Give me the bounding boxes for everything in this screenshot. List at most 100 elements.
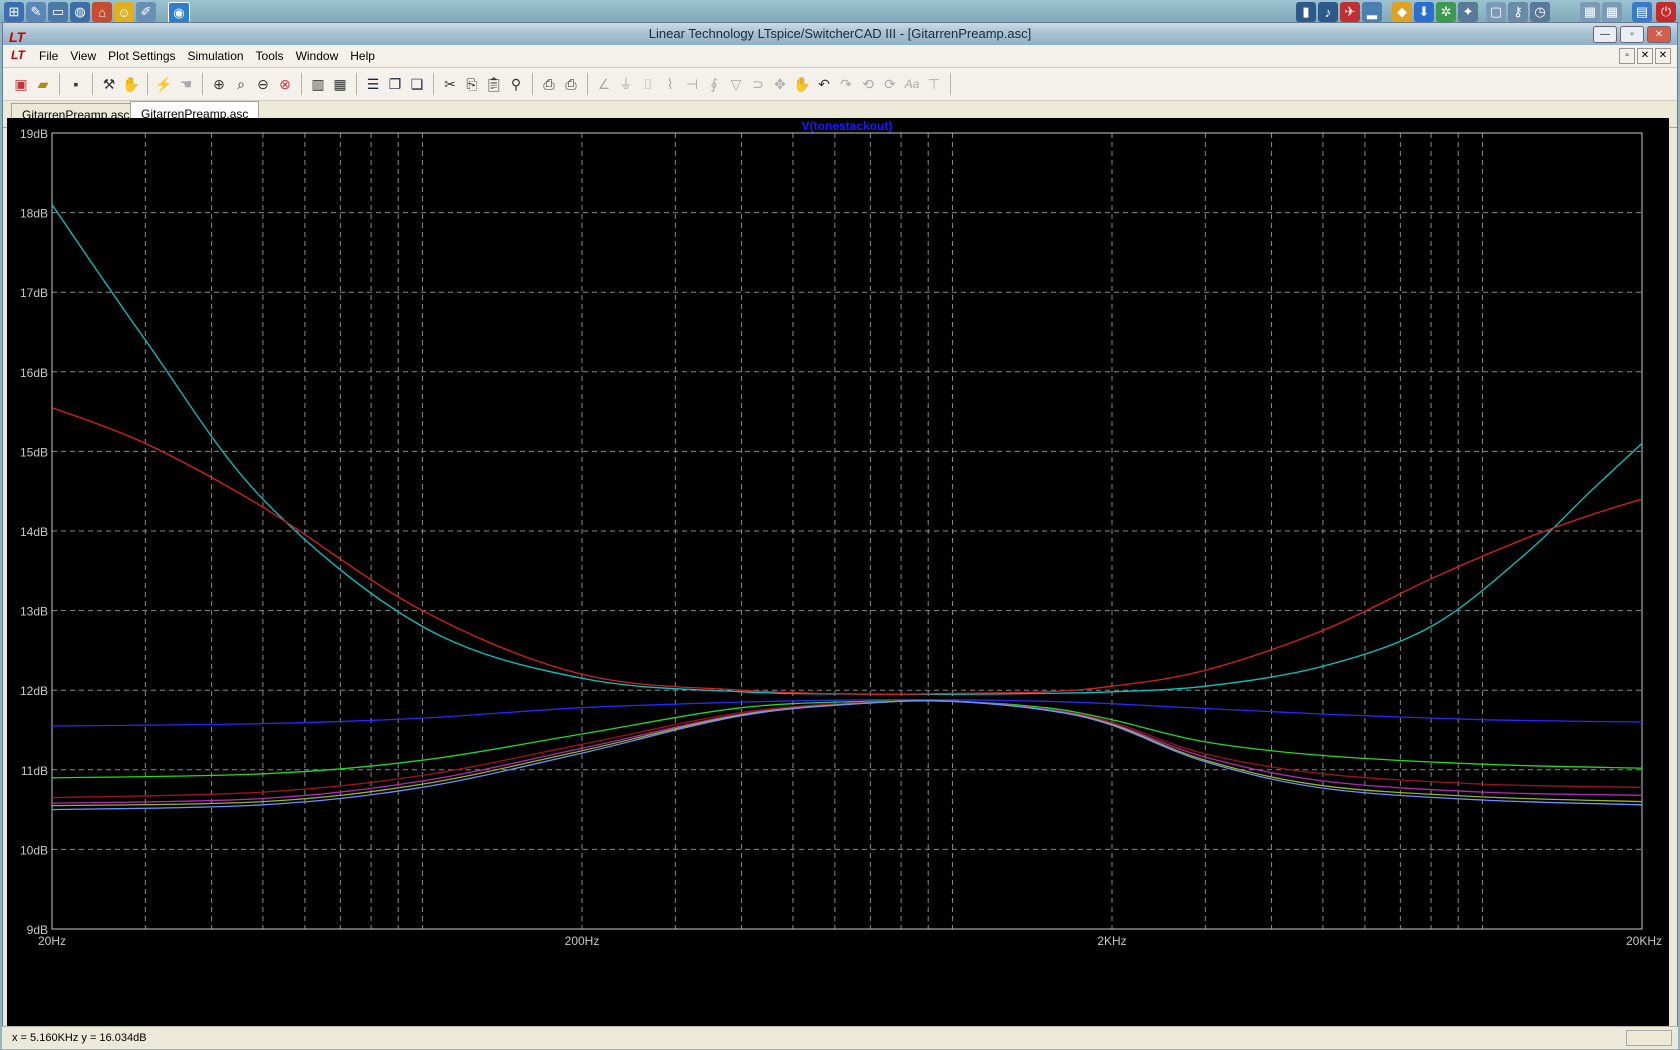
resistor-icon[interactable]: ⌇ bbox=[660, 73, 680, 95]
grid-icon[interactable]: ▦ bbox=[330, 73, 350, 95]
start-icon[interactable]: ⊞ bbox=[4, 2, 24, 22]
toolbar-separator bbox=[301, 73, 302, 95]
wire-icon[interactable]: ∠ bbox=[594, 73, 614, 95]
menu-bar: LT File View Plot Settings Simulation To… bbox=[3, 45, 1677, 68]
cursor-readout: x = 5.160KHz y = 16.034dB bbox=[12, 1032, 147, 1044]
home-icon[interactable]: ⌂ bbox=[92, 2, 112, 22]
close-button[interactable]: ✕ bbox=[1647, 26, 1671, 43]
app-icon[interactable]: ◉ bbox=[168, 2, 190, 24]
new-schematic-icon[interactable]: ▣ bbox=[11, 73, 31, 95]
brush-icon[interactable]: ✐ bbox=[136, 2, 156, 22]
mdi-close-button[interactable]: ✕ bbox=[1655, 48, 1671, 64]
monitor-icon[interactable]: ▭ bbox=[48, 2, 68, 22]
mdi-restore-button[interactable]: ▫ bbox=[1619, 48, 1635, 64]
tray-volume-icon[interactable]: ♪ bbox=[1318, 2, 1338, 22]
menu-window[interactable]: Window bbox=[290, 49, 345, 63]
zoom-fit-icon[interactable]: ⊗ bbox=[275, 73, 295, 95]
open-icon[interactable]: ▰ bbox=[33, 73, 53, 95]
toolbar-separator bbox=[202, 73, 203, 95]
text-icon[interactable]: Aa bbox=[902, 73, 922, 95]
tray-shield-icon[interactable]: ◆ bbox=[1392, 2, 1412, 22]
capacitor-icon[interactable]: ⊣ bbox=[682, 73, 702, 95]
tile-horizontal-icon[interactable]: ☰ bbox=[363, 73, 383, 95]
print-icon[interactable]: ⎙ bbox=[561, 73, 581, 95]
drag-icon[interactable]: ✋ bbox=[792, 73, 812, 95]
menu-view[interactable]: View bbox=[64, 49, 102, 63]
waveform-plot[interactable]: V(tonestackout) 19dB 18dB 17dB 16dB 15dB 14dB 1… bbox=[7, 118, 1669, 1026]
toolbar-separator bbox=[356, 73, 357, 95]
tile-vertical-icon[interactable]: ❏ bbox=[407, 73, 427, 95]
cut-icon[interactable]: ✂ bbox=[440, 73, 460, 95]
tray-signal-icon[interactable]: ▂ bbox=[1362, 2, 1382, 22]
plot-title: V(tonestackout) bbox=[802, 119, 893, 133]
diode-icon[interactable]: ▽ bbox=[726, 73, 746, 95]
label-icon[interactable]: ⌷ bbox=[638, 73, 658, 95]
spice-directive-icon[interactable]: ⊤ bbox=[924, 73, 944, 95]
control-panel-icon[interactable]: ⚒ bbox=[99, 73, 119, 95]
move-icon[interactable]: ✥ bbox=[770, 73, 790, 95]
menu-simulation[interactable]: Simulation bbox=[182, 49, 250, 63]
tray-network-icon[interactable]: ▮ bbox=[1296, 2, 1316, 22]
x-tick-label: 2KHz bbox=[1097, 934, 1126, 948]
status-panel bbox=[1626, 1030, 1672, 1046]
toolbar-separator bbox=[433, 73, 434, 95]
tray-grid2-icon[interactable]: ▦ bbox=[1602, 2, 1622, 22]
run-icon[interactable]: ⚡ bbox=[154, 73, 174, 95]
hand-icon[interactable]: ☚ bbox=[176, 73, 196, 95]
menu-help[interactable]: Help bbox=[344, 49, 381, 63]
y-tick-label: 18dB bbox=[20, 207, 48, 221]
ground-icon[interactable]: ⏚ bbox=[616, 73, 636, 95]
series-line-4 bbox=[51, 699, 1643, 779]
find-icon[interactable]: ⚲ bbox=[506, 73, 526, 95]
window-title: Linear Technology LTspice/SwitcherCAD II… bbox=[648, 26, 1032, 41]
x-tick-label: 20KHz bbox=[1626, 934, 1662, 948]
tray-download-icon[interactable]: ⬇ bbox=[1414, 2, 1434, 22]
tools-icon[interactable]: ✎ bbox=[26, 2, 46, 22]
cascade-icon[interactable]: ❐ bbox=[385, 73, 405, 95]
y-tick-label: 13dB bbox=[20, 605, 48, 619]
menu-file[interactable]: File bbox=[33, 49, 64, 63]
rotate-icon[interactable]: ⟲ bbox=[858, 73, 878, 95]
series-line-1 bbox=[51, 204, 1643, 696]
y-tick-label: 14dB bbox=[20, 525, 48, 539]
tray-clock-icon[interactable]: ◷ bbox=[1530, 2, 1550, 22]
tray-app-icon[interactable]: ✈ bbox=[1340, 2, 1360, 22]
y-tick-label: 19dB bbox=[20, 127, 48, 141]
toolbar-separator bbox=[587, 73, 588, 95]
globe-icon[interactable]: ◍ bbox=[70, 2, 90, 22]
minimize-button[interactable]: — bbox=[1593, 26, 1617, 43]
copy-icon[interactable]: ⎘ bbox=[462, 73, 482, 95]
series-line-2 bbox=[51, 406, 1643, 695]
redo-icon[interactable]: ↷ bbox=[836, 73, 856, 95]
tray-tree-icon[interactable]: ✲ bbox=[1436, 2, 1456, 22]
save-icon[interactable]: ▪ bbox=[66, 73, 86, 95]
component-icon[interactable]: ⊃ bbox=[748, 73, 768, 95]
power-icon[interactable]: ⏻ bbox=[1656, 2, 1676, 22]
zoom-in-icon[interactable]: ⊕ bbox=[209, 73, 229, 95]
tray-key-icon[interactable]: ⚷ bbox=[1508, 2, 1528, 22]
tray-tool-icon[interactable]: ✦ bbox=[1458, 2, 1478, 22]
plot-svg[interactable]: V(tonestackout) 19dB 18dB 17dB 16dB 15dB 14dB 1… bbox=[7, 118, 1669, 1026]
maximize-button[interactable]: ▫ bbox=[1620, 26, 1644, 43]
print-preview-icon[interactable]: ⎙ bbox=[539, 73, 559, 95]
undo-icon[interactable]: ↶ bbox=[814, 73, 834, 95]
menu-tools[interactable]: Tools bbox=[250, 49, 290, 63]
zoom-area-icon[interactable]: ⌕ bbox=[231, 73, 251, 95]
toolbar: ▣ ▰ ▪ ⚒ ✋ ⚡ ☚ ⊕ ⌕ ⊖ ⊗ ▥ ▦ ☰ ❐ ❏ ✂ ⎘ 📋︎ ⚲… bbox=[3, 68, 1677, 101]
tray-page-icon[interactable]: ▤ bbox=[1632, 2, 1652, 22]
title-bar[interactable]: LT Linear Technology LTspice/SwitcherCAD… bbox=[3, 23, 1677, 45]
halt-icon[interactable]: ✋ bbox=[121, 73, 141, 95]
inductor-icon[interactable]: ∮ bbox=[704, 73, 724, 95]
desktop-taskbar: ⊞ ✎ ▭ ◍ ⌂ ☺ ✐ ◉ ▮ ♪ ✈ ▂ ◆ ⬇ ✲ ✦ ▢ ⚷ ◷ ▦ … bbox=[0, 0, 1680, 24]
tray-window-icon[interactable]: ▢ bbox=[1486, 2, 1506, 22]
menu-plot-settings[interactable]: Plot Settings bbox=[102, 49, 181, 63]
mdi-tile-button[interactable]: ✕ bbox=[1637, 48, 1653, 64]
autorange-icon[interactable]: ▥ bbox=[308, 73, 328, 95]
y-tick-label: 12dB bbox=[20, 684, 48, 698]
smiley-icon[interactable]: ☺ bbox=[114, 2, 134, 22]
mirror-icon[interactable]: ⟳ bbox=[880, 73, 900, 95]
paste-icon[interactable]: 📋︎ bbox=[484, 73, 504, 95]
tray-grid-icon[interactable]: ▦ bbox=[1580, 2, 1600, 22]
document-icon[interactable]: LT bbox=[11, 48, 27, 64]
zoom-out-icon[interactable]: ⊖ bbox=[253, 73, 273, 95]
